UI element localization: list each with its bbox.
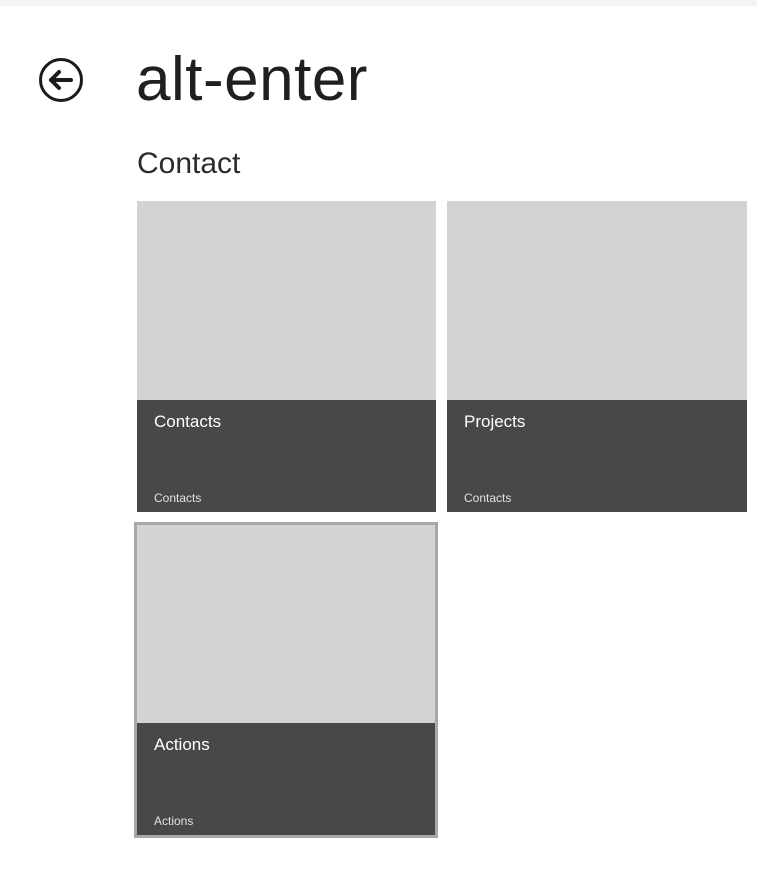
page-title: alt-enter: [136, 45, 368, 114]
tile-subtitle: Contacts: [464, 491, 512, 505]
tile-overlay: Projects Contacts: [447, 400, 747, 512]
tile-title: Actions: [154, 735, 210, 754]
app-page: alt-enter Contact Contacts Contacts Proj…: [0, 6, 757, 875]
tile-subtitle: Actions: [154, 814, 194, 828]
tile-image-placeholder: [447, 201, 747, 400]
tile-overlay: Actions Actions: [137, 723, 435, 835]
tile-projects[interactable]: Projects Contacts: [447, 201, 747, 512]
section-header-contact[interactable]: Contact: [137, 145, 240, 183]
back-button[interactable]: [38, 57, 84, 103]
tile-subtitle: Contacts: [154, 491, 202, 505]
tile-image-placeholder: [137, 525, 435, 723]
tile-actions[interactable]: Actions Actions: [134, 522, 438, 838]
tile-overlay: Contacts Contacts: [137, 400, 436, 512]
tile-image-placeholder: [137, 201, 436, 400]
tile-contacts[interactable]: Contacts Contacts: [137, 201, 436, 512]
back-arrow-icon: [38, 57, 84, 103]
tile-title: Contacts: [154, 412, 222, 431]
tile-title: Projects: [464, 412, 526, 431]
